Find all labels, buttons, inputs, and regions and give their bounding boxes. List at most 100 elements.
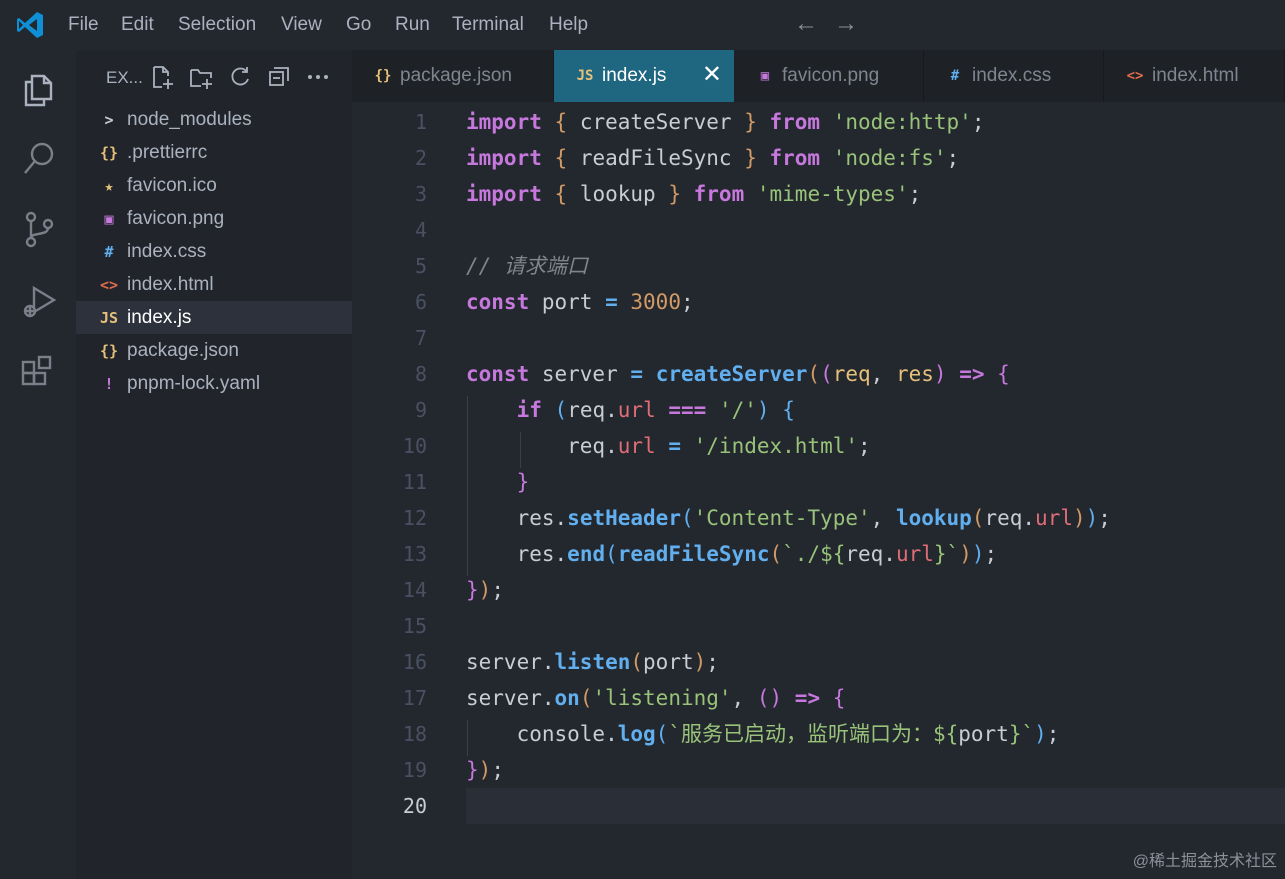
code-line: 14}); bbox=[352, 572, 1285, 608]
menu-file[interactable]: File bbox=[68, 13, 99, 37]
line-number: 8 bbox=[414, 362, 427, 386]
tree-item[interactable]: <> index.html bbox=[76, 268, 352, 301]
line-number: 4 bbox=[414, 218, 427, 242]
tree-item[interactable]: ! pnpm-lock.yaml bbox=[76, 367, 352, 400]
image-icon: ▣ bbox=[760, 68, 770, 84]
line-number: 17 bbox=[402, 686, 427, 710]
tab-favicon-png[interactable]: ▣ favicon.png bbox=[734, 50, 924, 102]
new-folder-icon[interactable] bbox=[188, 64, 214, 90]
tree-item-label: favicon.png bbox=[127, 208, 225, 229]
tree-item[interactable]: {} package.json bbox=[76, 334, 352, 367]
code-text: res.setHeader('Content-Type', lookup(req… bbox=[466, 506, 1111, 530]
tree-item[interactable]: ▣ favicon.png bbox=[76, 202, 352, 235]
collapse-all-icon[interactable] bbox=[266, 64, 292, 90]
title-bar: File Edit Selection View Go Run Terminal… bbox=[0, 0, 1285, 50]
code-line: 17 server.on('listening', () => { bbox=[352, 680, 1285, 716]
tab-package-json[interactable]: {} package.json bbox=[352, 50, 554, 102]
menu-view[interactable]: View bbox=[281, 13, 322, 37]
code-text: if (req.url === '/') { bbox=[516, 398, 795, 422]
tab-label: index.html bbox=[1152, 65, 1239, 86]
tree-item[interactable]: JS index.js bbox=[76, 301, 352, 334]
menu-run[interactable]: Run bbox=[395, 13, 430, 37]
code-line: 5 // 请求端口 bbox=[352, 248, 1285, 284]
tree-item-label: pnpm-lock.yaml bbox=[127, 373, 261, 394]
line-number: 10 bbox=[402, 434, 427, 458]
line-number: 6 bbox=[414, 290, 427, 314]
line-number: 15 bbox=[402, 614, 427, 638]
json-icon: {} bbox=[374, 68, 392, 84]
extensions-icon[interactable] bbox=[18, 352, 60, 394]
css-icon: # bbox=[950, 68, 960, 84]
tree-item[interactable]: ★ favicon.ico bbox=[76, 169, 352, 202]
activity-bar bbox=[0, 50, 76, 879]
code-line: 13 res.end(readFileSync(`./${req.url}`))… bbox=[352, 536, 1285, 572]
js-icon: JS bbox=[576, 68, 594, 84]
source-control-icon[interactable] bbox=[18, 208, 60, 250]
json-icon: {} bbox=[99, 144, 119, 162]
tab-index-js[interactable]: JS index.js ✕ bbox=[554, 50, 734, 102]
json-icon: {} bbox=[99, 342, 119, 360]
line-number: 18 bbox=[402, 722, 427, 746]
line-number: 13 bbox=[402, 542, 427, 566]
menu-go[interactable]: Go bbox=[346, 13, 371, 37]
chevron-right-icon: > bbox=[104, 111, 114, 129]
yaml-icon: ! bbox=[104, 375, 114, 393]
image-icon: ▣ bbox=[104, 210, 114, 228]
code-text: // 请求端口 bbox=[466, 254, 588, 278]
editor-tabs: {} package.json JS index.js ✕ ▣ favicon.png # in… bbox=[352, 50, 1285, 102]
tree-item-label: index.css bbox=[127, 241, 207, 262]
menu-help[interactable]: Help bbox=[549, 13, 588, 37]
tree-item-label: index.html bbox=[127, 274, 214, 295]
back-arrow-icon[interactable]: ← bbox=[794, 10, 818, 38]
menu-selection[interactable]: Selection bbox=[178, 13, 256, 37]
star-icon: ★ bbox=[104, 177, 114, 195]
line-number: 20 bbox=[402, 794, 427, 818]
line-number: 11 bbox=[402, 470, 427, 494]
code-text: console.log(`服务已启动，监听端口为：${port}`); bbox=[466, 722, 1060, 746]
code-line: 18 console.log(`服务已启动，监听端口为：${port}`); bbox=[352, 716, 1285, 752]
code-line: 11 } bbox=[352, 464, 1285, 500]
tab-label: index.js bbox=[602, 65, 667, 86]
code-line: 7 bbox=[352, 320, 1285, 356]
new-file-icon[interactable] bbox=[149, 64, 175, 90]
files-icon[interactable] bbox=[18, 66, 60, 108]
code-editor[interactable]: 1 import { createServer } from 'node:http… bbox=[352, 102, 1285, 879]
tree-item[interactable]: {} .prettierrc bbox=[76, 136, 352, 169]
tab-index-css[interactable]: # index.css bbox=[924, 50, 1104, 102]
tab-label: index.css bbox=[972, 65, 1052, 86]
code-text: req.url = '/index.html'; bbox=[466, 434, 871, 458]
tab-index-html[interactable]: <> index.html bbox=[1104, 50, 1285, 102]
line-number: 2 bbox=[414, 146, 427, 170]
close-icon[interactable]: ✕ bbox=[702, 62, 722, 88]
forward-arrow-icon[interactable]: → bbox=[834, 10, 858, 38]
tab-label: package.json bbox=[400, 65, 512, 86]
tree-item-label: .prettierrc bbox=[127, 142, 208, 163]
line-number: 1 bbox=[414, 110, 427, 134]
code-line: 2 import { readFileSync } from 'node:fs'; bbox=[352, 140, 1285, 176]
code-text: server.on('listening', () => { bbox=[466, 686, 846, 710]
run-debug-icon[interactable] bbox=[18, 280, 60, 322]
line-number: 14 bbox=[402, 578, 427, 602]
tree-item-label: favicon.ico bbox=[127, 175, 217, 196]
code-line: 20 bbox=[352, 788, 1285, 824]
more-icon[interactable] bbox=[305, 64, 331, 90]
code-text: } bbox=[516, 470, 530, 494]
tree-item[interactable]: > node_modules bbox=[76, 103, 352, 136]
search-icon[interactable] bbox=[18, 137, 60, 179]
code-line: 3 import { lookup } from 'mime-types'; bbox=[352, 176, 1285, 212]
menu-edit[interactable]: Edit bbox=[121, 13, 154, 37]
refresh-icon[interactable] bbox=[227, 64, 253, 90]
tree-item-label: node_modules bbox=[127, 109, 252, 130]
line-number: 9 bbox=[414, 398, 427, 422]
tree-item[interactable]: # index.css bbox=[76, 235, 352, 268]
code-text: server.listen(port); bbox=[466, 650, 719, 674]
code-line: 1 import { createServer } from 'node:http… bbox=[352, 104, 1285, 140]
tab-label: favicon.png bbox=[782, 65, 880, 86]
code-text: import { createServer } from 'node:http'… bbox=[466, 110, 985, 134]
line-number: 12 bbox=[402, 506, 427, 530]
code-line: 12 res.setHeader('Content-Type', lookup(… bbox=[352, 500, 1285, 536]
code-line: 4 bbox=[352, 212, 1285, 248]
menu-terminal[interactable]: Terminal bbox=[452, 13, 524, 37]
code-text: const server = createServer((req, res) =… bbox=[466, 362, 1010, 386]
code-text: const port = 3000; bbox=[466, 290, 694, 314]
